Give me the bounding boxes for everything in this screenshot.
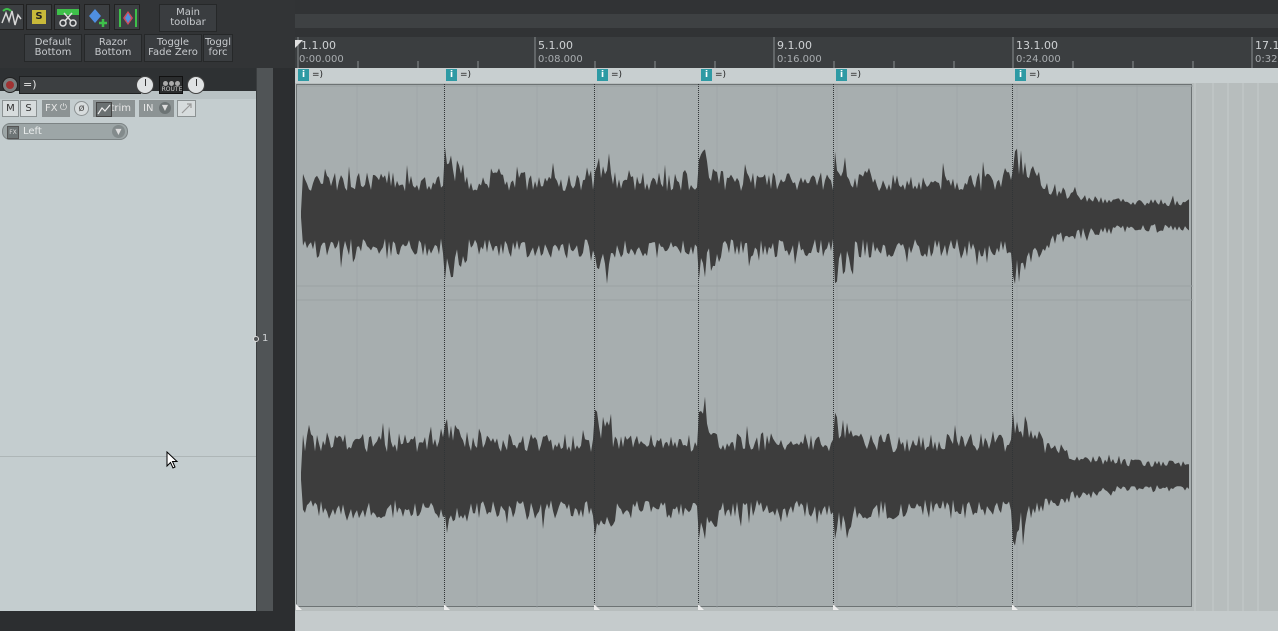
ruler-bar-label: 1.1.00	[301, 39, 336, 52]
ruler-time-label: 0:24.000	[1016, 54, 1061, 65]
marker-name: =)	[850, 70, 862, 80]
pan-knob[interactable]	[187, 76, 205, 94]
route-icon	[163, 78, 181, 86]
marker-flag: i	[836, 69, 847, 81]
horizontal-scrollbar[interactable]	[295, 611, 1278, 631]
marker-name: =)	[715, 70, 727, 80]
marker-flag: i	[597, 69, 608, 81]
route-button[interactable]: ROUTE	[159, 76, 183, 94]
solo-icon: S	[32, 10, 46, 24]
toggle-force-button[interactable]: Toggl forc	[203, 34, 233, 62]
envelope-lane-select[interactable]: FX Left ▼	[2, 123, 128, 140]
item-split-line	[1012, 84, 1013, 607]
tcp-bottom-bar	[0, 611, 295, 631]
toggle-fade-zero-button[interactable]: Toggle Fade Zero	[144, 34, 202, 62]
envelope-icon	[96, 102, 112, 117]
scissors-icon[interactable]	[54, 4, 80, 30]
main-toolbar-button[interactable]: Main toolbar	[159, 4, 217, 32]
input-label: IN	[143, 103, 154, 114]
fx-bypass-icon: ⏻	[59, 103, 67, 113]
input-fx-icon[interactable]	[177, 100, 196, 117]
item-split-line	[594, 84, 595, 607]
track-control-panel: =) ROUTE M S FX ⏻ ø trim IN ▼ FX Left ▼	[0, 68, 256, 611]
item-split-line	[444, 84, 445, 607]
fade-handle-icon[interactable]	[296, 602, 302, 610]
mouse-cursor-icon	[166, 450, 180, 471]
ruler-time-label: 0:16.000	[777, 54, 822, 65]
marker-lane[interactable]	[295, 68, 1278, 83]
marker-flag: i	[298, 69, 309, 81]
fade-handle-icon[interactable]	[833, 602, 839, 610]
automation-mode-button[interactable]: trim	[93, 100, 135, 117]
ruler-bar-label: 17.1	[1255, 39, 1278, 52]
volume-knob[interactable]	[136, 76, 154, 94]
envelope-fx-icon: FX	[7, 126, 19, 139]
item-split-line	[833, 84, 834, 607]
fade-handle-icon[interactable]	[698, 602, 704, 610]
track-number: 1	[262, 333, 269, 344]
ruler-bar-label: 9.1.00	[777, 39, 812, 52]
solo-button[interactable]: S	[20, 100, 37, 117]
chevron-down-icon: ▼	[112, 125, 125, 138]
input-button[interactable]: IN ▼	[139, 100, 174, 117]
marker-name: =)	[312, 70, 324, 80]
default-bottom-button[interactable]: Default Bottom	[24, 34, 82, 62]
marker-flag: i	[446, 69, 457, 81]
track-scroll-gutter	[273, 68, 295, 611]
envelope-name: Left	[23, 126, 42, 137]
route-label: ROUTE	[161, 86, 183, 93]
mute-button[interactable]: M	[2, 100, 19, 117]
ruler-time-label: 0:32.	[1255, 54, 1278, 65]
record-arm-button[interactable]	[2, 77, 18, 93]
track-panel-body	[0, 91, 256, 611]
marker-range-icon[interactable]	[114, 4, 140, 30]
add-marker-icon[interactable]	[84, 4, 110, 30]
ruler-bar-label: 5.1.00	[538, 39, 573, 52]
marker-name: =)	[460, 70, 472, 80]
ruler-time-label: 0:08.000	[538, 54, 583, 65]
trim-label: trim	[110, 103, 131, 114]
waveform	[297, 85, 1193, 608]
solo-toggle-button[interactable]: S	[26, 4, 52, 30]
fx-label: FX	[45, 103, 58, 114]
fx-button[interactable]: FX ⏻	[42, 100, 70, 117]
timeline-ruler[interactable]: 1.1.00 0:00.000 5.1.00 0:08.000 9.1.00 0…	[295, 37, 1278, 68]
chevron-down-icon: ▼	[159, 102, 171, 114]
media-item[interactable]	[296, 84, 1193, 608]
fade-handle-icon[interactable]	[594, 602, 600, 610]
track-panel-divider[interactable]: 1	[253, 68, 273, 611]
item-split-line	[698, 84, 699, 607]
main-toolbar: S Main toolbar Default Bottom Razor Bott…	[0, 0, 295, 68]
marker-name: =)	[611, 70, 623, 80]
fade-handle-icon[interactable]	[1012, 602, 1018, 610]
track-name-field[interactable]: =)	[19, 76, 141, 94]
marker-flag: i	[701, 69, 712, 81]
marker-flag: i	[1015, 69, 1026, 81]
marker-name: =)	[1029, 70, 1041, 80]
envelope-wave-icon[interactable]	[0, 4, 24, 30]
ruler-bar-label: 13.1.00	[1016, 39, 1058, 52]
ruler-time-label: 0:00.000	[299, 54, 344, 65]
phase-invert-icon[interactable]: ø	[74, 101, 89, 116]
razor-bottom-button[interactable]: Razor Bottom	[84, 34, 142, 62]
fade-handle-icon[interactable]	[444, 602, 450, 610]
timeline-region-bar[interactable]	[295, 14, 1278, 28]
resize-handle-icon[interactable]	[253, 336, 259, 342]
lane-divider	[0, 456, 256, 457]
